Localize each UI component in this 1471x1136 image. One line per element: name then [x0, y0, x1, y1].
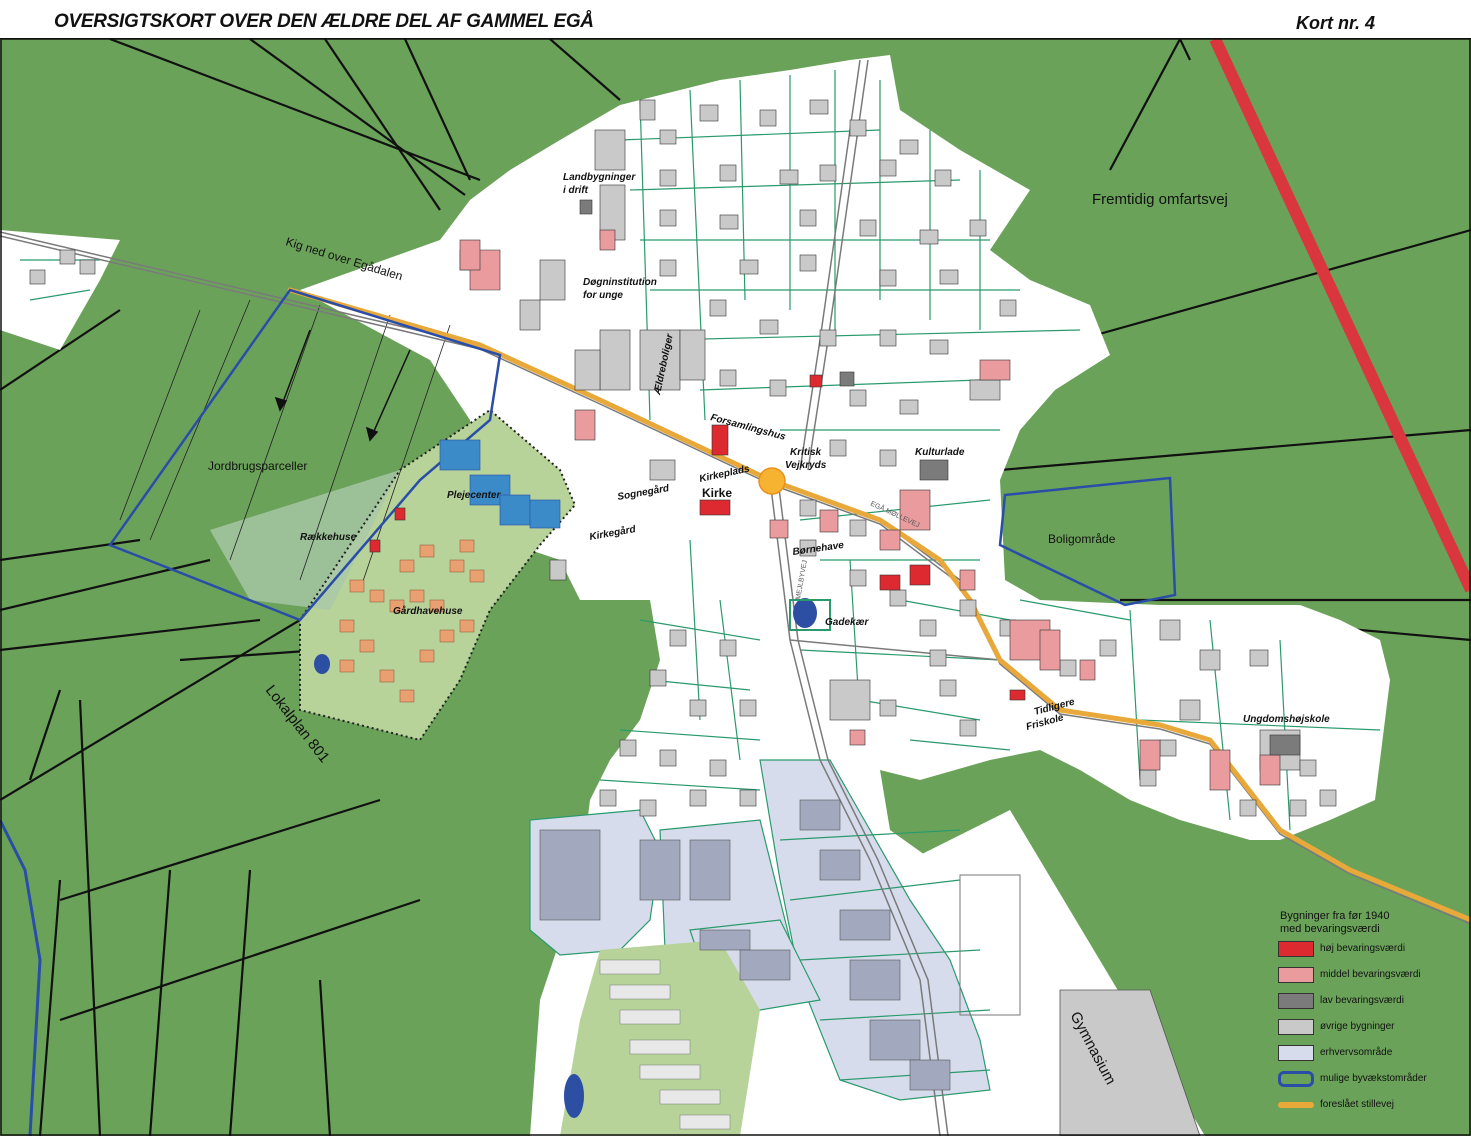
label-raekkehuse: Rækkehuse	[300, 532, 357, 543]
legend-label: foreslået stillevej	[1320, 1099, 1394, 1110]
gadekaer-pond	[793, 598, 817, 628]
label-vejkryds: Vejkryds	[785, 460, 827, 471]
legend-swatch-low-value	[1278, 993, 1314, 1009]
legend-item-industrial: erhvervsområde	[1278, 1045, 1466, 1061]
pond-south	[564, 1074, 584, 1118]
legend-swatch-quiet-road	[1278, 1102, 1314, 1108]
legend-item-growth-areas: mulige byvækstområder	[1278, 1071, 1466, 1087]
legend-item-low-value: lav bevaringsværdi	[1278, 993, 1466, 1009]
legend-swatch-growth-areas	[1278, 1071, 1314, 1087]
legend-title: Bygninger fra før 1940	[1280, 910, 1390, 922]
label-for-unge: for unge	[583, 290, 623, 301]
label-gardhavehuse: Gårdhavehuse	[393, 605, 463, 617]
legend-item-quiet-road: foreslået stillevej	[1278, 1097, 1466, 1113]
label-gadekaer: Gadekær	[825, 617, 869, 628]
legend-label: høj bevaringsværdi	[1320, 943, 1406, 954]
label-dognins: Døgninstitution	[583, 277, 657, 288]
church-square-marker[interactable]	[758, 467, 786, 495]
legend-item-high-value: høj bevaringsværdi	[1278, 941, 1466, 957]
label-ungdomshojskole: Ungdomshøjskole	[1243, 714, 1330, 725]
label-boligomrade: Boligområde	[1048, 532, 1116, 546]
label-landbygninger: Landbygninger	[563, 172, 636, 183]
legend-subtitle: med bevaringsværdi	[1280, 923, 1380, 935]
label-plejecenter: Plejecenter	[447, 490, 501, 501]
label-i-drift: i drift	[563, 185, 589, 196]
legend-label: middel bevaringsværdi	[1320, 969, 1421, 980]
label-jordbrugsparceller: Jordbrugsparceller	[208, 459, 307, 473]
legend-swatch-other-buildings	[1278, 1019, 1314, 1035]
label-kulturlade: Kulturlade	[915, 447, 965, 458]
legend-label: mulige byvækstområder	[1320, 1073, 1427, 1084]
legend-label: øvrige bygninger	[1320, 1021, 1395, 1032]
legend-swatch-high-value	[1278, 941, 1314, 957]
legend-label: lav bevaringsværdi	[1320, 995, 1404, 1006]
legend-swatch-industrial	[1278, 1045, 1314, 1061]
legend-item-other-buildings: øvrige bygninger	[1278, 1019, 1466, 1035]
legend-item-medium-value: middel bevaringsværdi	[1278, 967, 1466, 983]
label-fremtidig: Fremtidig omfartsvej	[1092, 191, 1228, 208]
label-kritisk: Kritisk	[790, 447, 822, 458]
map-canvas[interactable]: Landbygninger i drift Døgninstitution fo…	[0, 39, 1471, 1136]
map-legend: Bygninger fra før 1940 med bevaringsværd…	[1276, 908, 1466, 1130]
map-number: Kort nr. 4	[1296, 13, 1376, 33]
legend-swatch-medium-value	[1278, 967, 1314, 983]
map-header: OVERSIGTSKORT OVER DEN ÆLDRE DEL AF GAMM…	[0, 0, 1471, 40]
legend-label: erhvervsområde	[1320, 1047, 1393, 1058]
label-kirke: Kirke	[702, 486, 732, 500]
map-title: OVERSIGTSKORT OVER DEN ÆLDRE DEL AF GAMM…	[54, 11, 594, 32]
pond-lokalplan	[314, 654, 330, 674]
